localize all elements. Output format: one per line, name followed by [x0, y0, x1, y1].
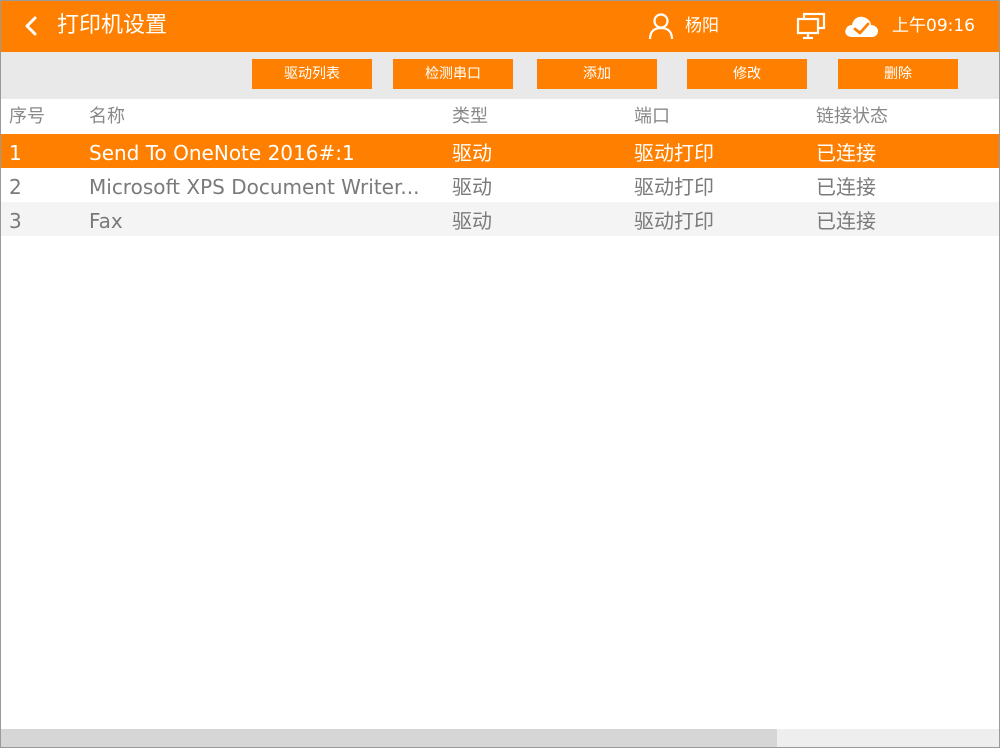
header-bar: 打印机设置 杨阳 上午09:16 — [1, 1, 999, 52]
page-title: 打印机设置 — [57, 13, 168, 38]
modify-button[interactable]: 修改 — [687, 59, 807, 89]
toolbar: 驱动列表 检测串口 添加 修改 删除 — [1, 52, 999, 99]
cell-port: 驱动打印 — [634, 141, 714, 165]
cell-name: Send To OneNote 2016#:1 — [89, 141, 355, 165]
add-button[interactable]: 添加 — [537, 59, 657, 89]
cell-status: 已连接 — [816, 175, 876, 199]
cell-status: 已连接 — [816, 209, 876, 233]
column-header-type[interactable]: 类型 — [452, 99, 602, 135]
cell-name: Microsoft XPS Document Writer... — [89, 175, 420, 199]
detect-serial-port-button[interactable]: 检测串口 — [393, 59, 513, 89]
driver-list-button[interactable]: 驱动列表 — [252, 59, 372, 89]
back-button[interactable] — [19, 13, 45, 39]
delete-button[interactable]: 删除 — [838, 59, 958, 89]
column-header-no[interactable]: 序号 — [9, 99, 79, 135]
table-row[interactable]: 3 Fax 驱动 驱动打印 已连接 — [1, 202, 999, 236]
column-header-name[interactable]: 名称 — [89, 99, 434, 135]
cell-name: Fax — [89, 209, 123, 233]
table-row[interactable]: 2 Microsoft XPS Document Writer... 驱动 驱动… — [1, 168, 999, 202]
monitor-icon[interactable] — [795, 12, 827, 40]
back-arrow-icon — [25, 16, 37, 36]
printer-table: 序号 名称 类型 端口 链接状态 1 Send To OneNote 2016#… — [1, 99, 999, 236]
cell-type: 驱动 — [452, 175, 492, 199]
cell-no: 1 — [9, 141, 22, 165]
cell-type: 驱动 — [452, 141, 492, 165]
table-row[interactable]: 1 Send To OneNote 2016#:1 驱动 驱动打印 已连接 — [1, 134, 999, 168]
cloud-check-icon[interactable] — [843, 13, 879, 39]
user-name: 杨阳 — [685, 16, 719, 36]
cell-no: 3 — [9, 209, 22, 233]
column-header-status[interactable]: 链接状态 — [816, 99, 986, 135]
column-header-port[interactable]: 端口 — [634, 99, 794, 135]
app-window: 打印机设置 杨阳 上午09:16 驱动列表 检测串口 添加 修改 删除 序号 名… — [0, 0, 1000, 748]
clock: 上午09:16 — [892, 16, 975, 36]
table-header: 序号 名称 类型 端口 链接状态 — [1, 99, 999, 134]
horizontal-scrollbar[interactable] — [1, 729, 999, 747]
cell-port: 驱动打印 — [634, 175, 714, 199]
cell-status: 已连接 — [816, 141, 876, 165]
user-icon — [648, 13, 674, 40]
cell-port: 驱动打印 — [634, 209, 714, 233]
cell-no: 2 — [9, 175, 22, 199]
cell-type: 驱动 — [452, 209, 492, 233]
scrollbar-thumb[interactable] — [1, 729, 777, 747]
